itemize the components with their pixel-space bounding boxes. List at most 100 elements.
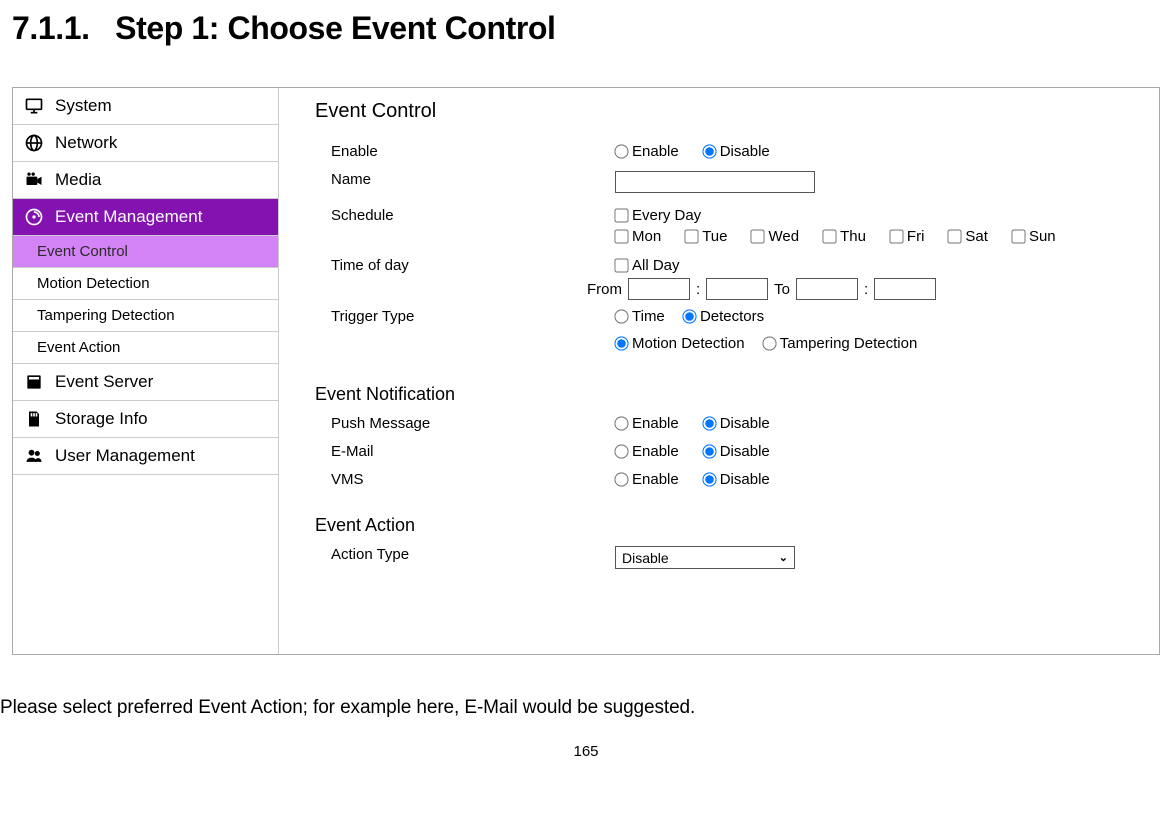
checkbox-label-every-day: Every Day — [632, 207, 701, 224]
checkbox-label-all-day: All Day — [632, 257, 680, 274]
server-icon — [23, 371, 45, 393]
label-vms: VMS — [315, 471, 615, 488]
label-schedule: Schedule — [315, 207, 615, 224]
sidebar-item-label: Event Action — [37, 339, 120, 356]
heading-text: Step 1: Choose Event Control — [115, 10, 555, 46]
row-timeofday: Time of day All Day From : To : — [315, 255, 1159, 302]
radio-trigger-time[interactable] — [614, 309, 628, 323]
label-from: From — [587, 281, 622, 298]
users-icon — [23, 445, 45, 467]
time-to-hour[interactable] — [796, 278, 858, 300]
sidebar-item-event-management[interactable]: Event Management — [13, 199, 278, 236]
radio-email-disable[interactable] — [702, 444, 716, 458]
row-push: Push Message Enable Disable — [315, 413, 1159, 441]
checkbox-fri[interactable] — [889, 229, 903, 243]
checkbox-every-day[interactable] — [614, 208, 628, 222]
sidebar-item-tampering-detection[interactable]: Tampering Detection — [13, 300, 278, 332]
sidebar-item-label: System — [55, 96, 112, 116]
radio-label-vms-enable: Enable — [632, 471, 679, 488]
radio-detector-motion[interactable] — [614, 336, 628, 350]
checkbox-sun[interactable] — [1011, 229, 1025, 243]
sidebar-item-event-server[interactable]: Event Server — [13, 364, 278, 401]
row-vms: VMS Enable Disable — [315, 469, 1159, 497]
sidebar-item-label: User Management — [55, 446, 195, 466]
label-enable: Enable — [315, 143, 615, 160]
label-to: To — [774, 281, 790, 298]
checkbox-label-tue: Tue — [702, 228, 727, 245]
chevron-down-icon: ⌄ — [779, 551, 788, 564]
event-icon — [23, 206, 45, 228]
row-schedule: Schedule Every Day Mon Tue Wed Thu Fri S… — [315, 205, 1159, 247]
sidebar-item-label: Storage Info — [55, 409, 148, 429]
label-timeofday: Time of day — [315, 257, 615, 274]
body-text: Please select preferred Event Action; fo… — [0, 697, 1172, 719]
sidebar-item-system[interactable]: System — [13, 88, 278, 125]
label-trigger: Trigger Type — [315, 308, 615, 325]
radio-label-enable: Enable — [632, 143, 679, 160]
select-action-type[interactable]: Disable ⌄ — [615, 546, 795, 569]
name-input[interactable] — [615, 171, 815, 193]
sidebar-item-event-control[interactable]: Event Control — [13, 236, 278, 268]
section-event-action: Event Action — [315, 515, 1159, 536]
time-from-min[interactable] — [706, 278, 768, 300]
radio-detector-tamper[interactable] — [762, 336, 776, 350]
checkbox-sat[interactable] — [948, 229, 962, 243]
camera-icon — [23, 169, 45, 191]
checkbox-tue[interactable] — [685, 229, 699, 243]
sidebar-item-label: Event Server — [55, 372, 153, 392]
row-email: E-Mail Enable Disable — [315, 441, 1159, 469]
sidebar-item-media[interactable]: Media — [13, 162, 278, 199]
sidebar-item-storage-info[interactable]: Storage Info — [13, 401, 278, 438]
radio-label-push-disable: Disable — [720, 415, 770, 432]
checkbox-thu[interactable] — [822, 229, 836, 243]
checkbox-mon[interactable] — [614, 229, 628, 243]
sidebar-item-label: Media — [55, 170, 101, 190]
label-email: E-Mail — [315, 443, 615, 460]
select-value: Disable — [622, 550, 669, 566]
globe-icon — [23, 132, 45, 154]
row-name: Name — [315, 169, 1159, 197]
radio-label-tamper: Tampering Detection — [780, 335, 918, 352]
checkbox-label-wed: Wed — [768, 228, 799, 245]
document-heading: 7.1.1. Step 1: Choose Event Control — [0, 0, 1172, 47]
radio-label-email-enable: Enable — [632, 443, 679, 460]
radio-label-email-disable: Disable — [720, 443, 770, 460]
radio-trigger-detectors[interactable] — [682, 309, 696, 323]
sidebar-item-label: Tampering Detection — [37, 307, 175, 324]
radio-label-detectors: Detectors — [700, 308, 764, 325]
label-push: Push Message — [315, 415, 615, 432]
sidebar-item-user-management[interactable]: User Management — [13, 438, 278, 475]
time-to-min[interactable] — [874, 278, 936, 300]
section-event-notification: Event Notification — [315, 384, 1159, 405]
radio-label-motion: Motion Detection — [632, 335, 745, 352]
sidebar-item-label: Event Control — [37, 243, 128, 260]
heading-number: 7.1.1. — [12, 10, 90, 46]
radio-enable-no[interactable] — [702, 144, 716, 158]
radio-push-disable[interactable] — [702, 416, 716, 430]
radio-label-push-enable: Enable — [632, 415, 679, 432]
radio-enable-yes[interactable] — [614, 144, 628, 158]
radio-email-enable[interactable] — [614, 444, 628, 458]
page-number: 165 — [0, 743, 1172, 760]
sidebar-item-motion-detection[interactable]: Motion Detection — [13, 268, 278, 300]
radio-push-enable[interactable] — [614, 416, 628, 430]
label-name: Name — [315, 171, 615, 188]
sidebar-item-network[interactable]: Network — [13, 125, 278, 162]
sidebar-item-label: Event Management — [55, 207, 202, 227]
checkbox-label-thu: Thu — [840, 228, 866, 245]
monitor-icon — [23, 95, 45, 117]
radio-vms-disable[interactable] — [702, 472, 716, 486]
checkbox-all-day[interactable] — [614, 258, 628, 272]
radio-vms-enable[interactable] — [614, 472, 628, 486]
row-action-type: Action Type Disable ⌄ — [315, 544, 1159, 572]
checkbox-label-sun: Sun — [1029, 228, 1056, 245]
checkbox-label-mon: Mon — [632, 228, 661, 245]
row-trigger: Trigger Type Time Detectors Motion Detec… — [315, 306, 1159, 356]
radio-label-time: Time — [632, 308, 665, 325]
time-from-hour[interactable] — [628, 278, 690, 300]
label-action-type: Action Type — [315, 546, 615, 563]
sidebar-item-label: Motion Detection — [37, 275, 150, 292]
sidebar-item-event-action[interactable]: Event Action — [13, 332, 278, 364]
checkbox-wed[interactable] — [751, 229, 765, 243]
sidebar-nav: System Network Media Event Management Ev… — [13, 88, 279, 654]
